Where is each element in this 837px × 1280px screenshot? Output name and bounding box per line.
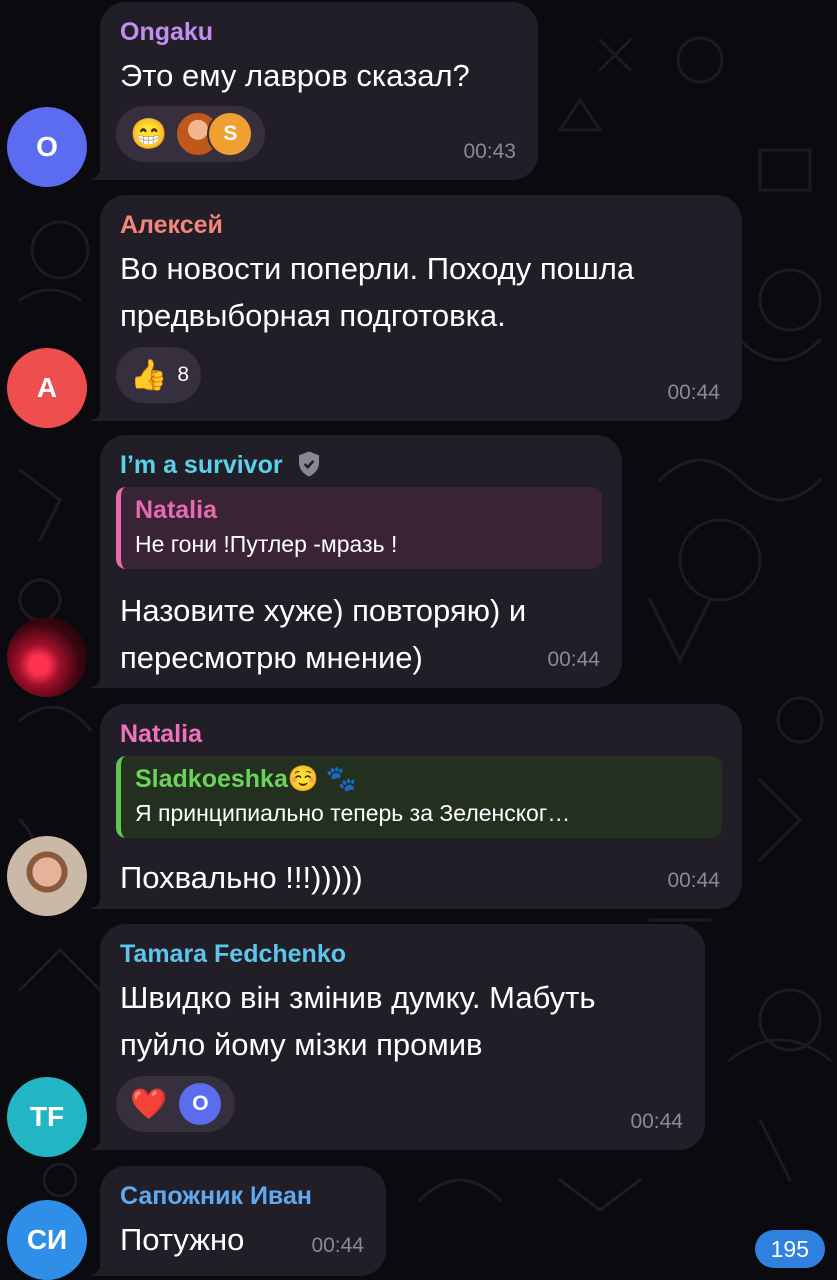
message-time: 00:44 — [311, 1234, 364, 1257]
reactor-avatar-o: O — [177, 1081, 224, 1127]
message-time: 00:44 — [547, 648, 600, 671]
reactor-avatar-s: S — [207, 111, 254, 157]
reaction-pill[interactable]: 😁 S — [116, 106, 266, 162]
quote-author: Natalia — [135, 496, 217, 524]
message-time: 00:43 — [463, 140, 516, 163]
bubble-tail — [90, 1260, 108, 1276]
reaction-pill[interactable]: 👍 8 — [116, 347, 202, 403]
shield-icon — [298, 451, 319, 477]
message-text: Это ему лавров сказал? — [120, 58, 470, 93]
message-text: Назовите хуже) повторяю) и пересмотрю мн… — [120, 593, 527, 675]
message-bubble[interactable]: Алексей Во новости поперли. Походу пошла… — [90, 195, 742, 421]
message-time: 00:44 — [667, 381, 720, 404]
message-text: Швидко він змінив думку. Мабуть пуйло йо… — [120, 980, 596, 1062]
quote-text: Не гони !Путлер -мразь ! — [135, 531, 398, 557]
sender-name[interactable]: Ongaku — [120, 16, 518, 48]
bubble-tail — [90, 1134, 108, 1150]
sender-name[interactable]: Сапожник Иван — [120, 1180, 366, 1212]
heart-emoji-icon: ❤️ — [130, 1087, 168, 1121]
bubble-tail — [90, 893, 108, 909]
grin-emoji-icon: 😁 — [130, 117, 168, 151]
sender-name[interactable]: I’m a survivor — [120, 449, 602, 481]
message-text: Похвально !!!))))) — [120, 860, 363, 895]
sender-name[interactable]: Tamara Fedchenko — [120, 938, 685, 970]
avatar-image[interactable] — [7, 617, 87, 697]
message-bubble[interactable]: Natalia Sladkoeshka☺️ 🐾 Я принципиально … — [90, 704, 742, 909]
reaction-pill[interactable]: ❤️ O — [116, 1076, 236, 1132]
message-bubble[interactable]: I’m a survivor Natalia Не гони !Путлер -… — [90, 435, 622, 688]
avatar-image[interactable] — [7, 836, 87, 916]
reaction-count: 8 — [177, 363, 190, 386]
message-bubble[interactable]: Tamara Fedchenko Швидко він змінив думку… — [90, 924, 705, 1150]
message-bubble[interactable]: Ongaku Это ему лавров сказал? 😁 S 00:43 — [90, 2, 538, 180]
reply-quote[interactable]: Sladkoeshka☺️ 🐾 Я принципиально теперь з… — [116, 756, 722, 838]
reply-quote[interactable]: Natalia Не гони !Путлер -мразь ! — [116, 487, 602, 569]
avatar[interactable]: TF — [7, 1077, 87, 1157]
sender-name[interactable]: Natalia — [120, 718, 722, 750]
message-text: Во новости поперли. Походу пошла предвыб… — [120, 251, 635, 333]
bubble-tail — [90, 672, 108, 688]
bubble-tail — [90, 405, 108, 421]
message-time: 00:44 — [667, 869, 720, 892]
message-time: 00:44 — [630, 1110, 683, 1133]
unread-count-badge[interactable]: 195 — [754, 1230, 825, 1268]
sender-name[interactable]: Алексей — [120, 209, 722, 241]
avatar[interactable]: А — [7, 348, 87, 428]
avatar[interactable]: СИ — [7, 1200, 87, 1280]
quote-text: Я принципиально теперь за Зеленског… — [135, 800, 571, 826]
quote-author: Sladkoeshka☺️ 🐾 — [135, 765, 358, 793]
avatar[interactable]: O — [7, 107, 87, 187]
bubble-tail — [90, 164, 108, 180]
message-bubble[interactable]: Сапожник Иван Потужно 00:44 — [90, 1166, 386, 1276]
thumbs-up-emoji-icon: 👍 — [130, 358, 168, 392]
